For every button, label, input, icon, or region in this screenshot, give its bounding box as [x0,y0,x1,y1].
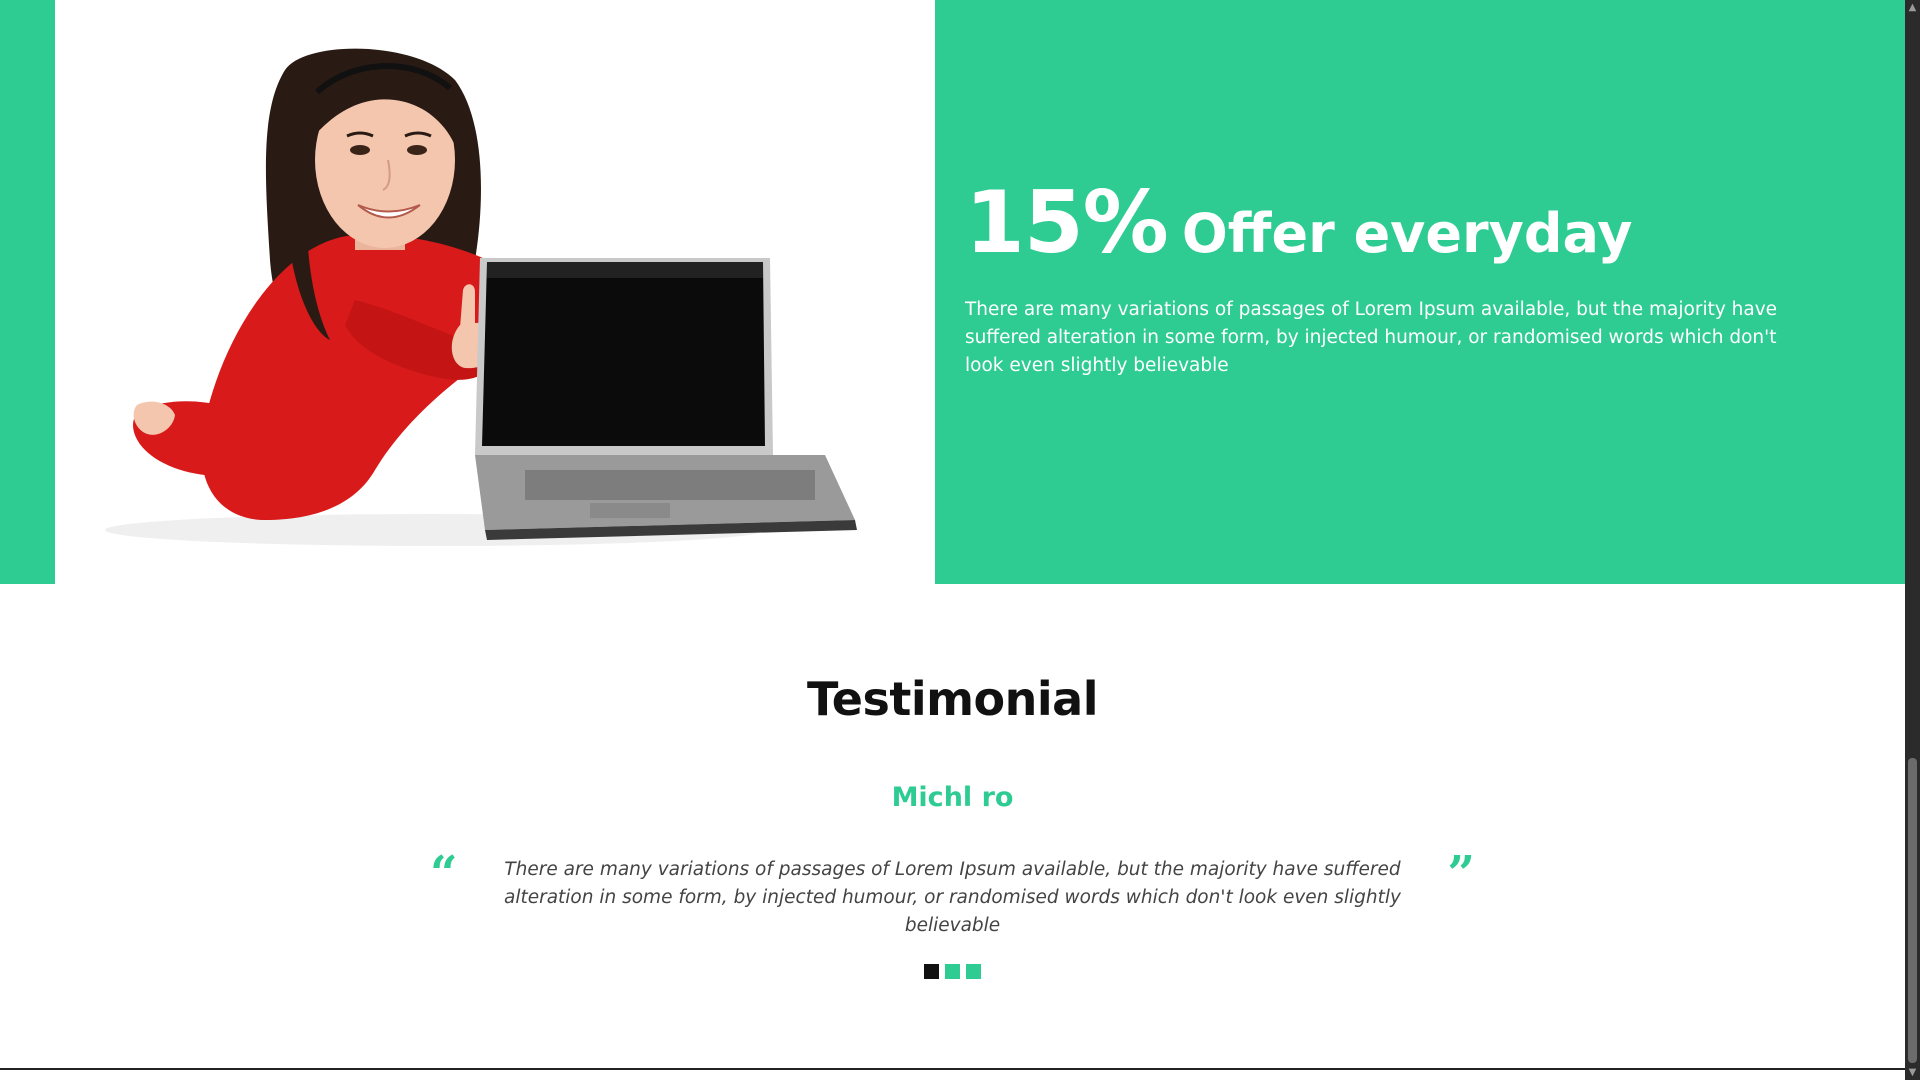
scroll-down-arrow-icon[interactable]: ▼ [1905,1065,1920,1080]
close-quote-icon: ” [1447,846,1475,902]
page-viewport: 15% Offer everyday There are many variati… [0,0,1905,1080]
offer-title: Offer everyday [1181,202,1633,265]
vertical-scrollbar[interactable]: ▲ ▼ [1905,0,1920,1080]
carousel-indicator-2[interactable] [945,964,960,979]
testimonial-quote: “ There are many variations of passages … [430,850,1475,940]
carousel-indicator-1[interactable] [924,964,939,979]
scroll-up-arrow-icon[interactable]: ▲ [1905,0,1920,15]
quote-text: There are many variations of passages of… [503,859,1401,936]
woman-with-laptop-illustration [55,0,935,584]
offer-text-block: 15% Offer everyday There are many variati… [965,180,1785,380]
offer-heading: 15% Offer everyday [965,180,1785,266]
testimonial-title: Testimonial [807,672,1098,726]
testimonial-section: Testimonial Michl ro “ There are many va… [0,584,1905,1066]
carousel-indicator-3[interactable] [966,964,981,979]
offer-percent: 15% [965,173,1169,273]
section-divider [0,1068,1905,1070]
scrollbar-thumb[interactable] [1908,758,1917,1063]
client-name: Michl ro [891,782,1014,813]
open-quote-icon: “ [430,846,458,902]
offer-image [55,0,935,584]
offer-description: There are many variations of passages of… [965,299,1778,376]
carousel-indicators [0,964,1905,979]
offer-section: 15% Offer everyday There are many variati… [0,0,1905,584]
